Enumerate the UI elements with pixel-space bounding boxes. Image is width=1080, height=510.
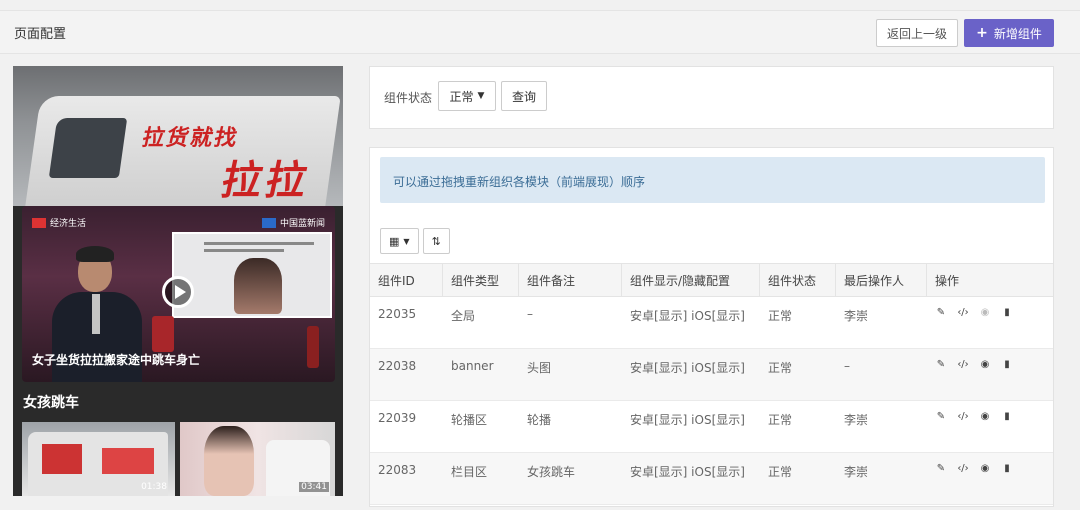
column-header[interactable]: 组件备注 bbox=[519, 264, 622, 296]
component-visibility: 安卓[显示] iOS[显示] bbox=[630, 309, 745, 323]
component-id: 22039 bbox=[378, 411, 417, 425]
video-caption: 女子坐货拉拉搬家途中跳车身亡 bbox=[32, 353, 201, 367]
video-duration: 03:41 bbox=[299, 482, 329, 492]
component-note: 头图 bbox=[527, 361, 552, 375]
component-status: 正常 bbox=[768, 465, 793, 479]
trash-icon[interactable]: ▮ bbox=[1001, 307, 1013, 318]
video-card[interactable]: 经济生活 中国蓝新闻 女子坐货拉拉搬家途中跳车身亡 bbox=[22, 206, 335, 382]
column-header[interactable]: 组件显示/隐藏配置 bbox=[622, 264, 760, 296]
edit-icon[interactable]: ✎ bbox=[935, 463, 947, 474]
video-thumbnail[interactable]: 01:38 bbox=[22, 422, 175, 496]
inset-image bbox=[172, 232, 332, 318]
eye-icon[interactable]: ◉ bbox=[979, 411, 991, 422]
table-row[interactable]: 22083 栏目区 女孩跳车 安卓[显示] iOS[显示] 正常 李崇 ✎ ‹/… bbox=[370, 453, 1053, 505]
component-status: 正常 bbox=[768, 361, 793, 375]
table-row[interactable]: 22039 轮播区 轮播 安卓[显示] iOS[显示] 正常 李崇 ✎ ‹/› … bbox=[370, 401, 1053, 453]
chevron-down-icon: ▼ bbox=[403, 236, 410, 246]
status-select-value: 正常 bbox=[449, 89, 474, 104]
status-select[interactable]: 正常 ▼ bbox=[438, 81, 496, 111]
row-actions: ✎ ‹/› ◉ ▮ bbox=[927, 453, 1053, 504]
row-actions: ✎ ‹/› ◉ ▮ bbox=[927, 349, 1053, 400]
eye-icon[interactable]: ◉ bbox=[979, 463, 991, 474]
row-actions: ✎ ‹/› ◉ ▮ bbox=[927, 297, 1053, 348]
component-status: 正常 bbox=[768, 309, 793, 323]
bottle-prop bbox=[152, 316, 174, 352]
column-header[interactable]: 组件ID bbox=[370, 264, 443, 296]
channel-logo-left: 经济生活 bbox=[32, 216, 86, 229]
eye-icon[interactable]: ◉ bbox=[979, 359, 991, 370]
component-visibility: 安卓[显示] iOS[显示] bbox=[630, 361, 745, 375]
component-table: 组件ID 组件类型 组件备注 组件显示/隐藏配置 组件状态 最后操作人 操作 2… bbox=[370, 263, 1053, 505]
trash-icon[interactable]: ▮ bbox=[1001, 411, 1013, 422]
component-note: 轮播 bbox=[527, 413, 552, 427]
component-type: banner bbox=[451, 359, 494, 373]
plus-icon: + bbox=[976, 25, 988, 41]
play-icon[interactable] bbox=[162, 276, 194, 308]
column-header[interactable]: 组件类型 bbox=[443, 264, 519, 296]
code-icon[interactable]: ‹/› bbox=[957, 307, 969, 318]
column-header[interactable]: 最后操作人 bbox=[836, 264, 927, 296]
page-header: 页面配置 返回上一级 + 新增组件 bbox=[0, 10, 1080, 54]
last-operator: 李崇 bbox=[844, 465, 869, 479]
channel-logo-right: 中国蓝新闻 bbox=[261, 216, 325, 229]
van-text-small: 拉货就找 bbox=[139, 125, 242, 151]
trash-icon[interactable]: ▮ bbox=[1001, 463, 1013, 474]
component-id: 22083 bbox=[378, 463, 417, 477]
last-operator: 李崇 bbox=[844, 309, 869, 323]
edit-icon[interactable]: ✎ bbox=[935, 411, 947, 422]
component-status: 正常 bbox=[768, 413, 793, 427]
video-thumbnail[interactable]: 03:41 bbox=[180, 422, 335, 496]
add-component-button[interactable]: + 新增组件 bbox=[964, 19, 1054, 47]
mobile-preview: 拉货就找 拉拉 经济生活 中国蓝新闻 女子坐货拉拉搬家途中跳车身亡 女孩跳车 0… bbox=[13, 66, 343, 496]
grid-icon: ▦ bbox=[389, 234, 400, 248]
component-note: – bbox=[527, 307, 533, 321]
table-header: 组件ID 组件类型 组件备注 组件显示/隐藏配置 组件状态 最后操作人 操作 bbox=[370, 263, 1053, 297]
add-component-label: 新增组件 bbox=[993, 26, 1042, 41]
last-operator: 李崇 bbox=[844, 413, 869, 427]
page-title: 页面配置 bbox=[14, 27, 67, 42]
component-type: 轮播区 bbox=[451, 413, 488, 427]
filter-bar: 组件状态 正常 ▼ 查询 bbox=[369, 66, 1054, 129]
bottle-prop-2 bbox=[307, 326, 319, 368]
sort-button[interactable]: ⇅ bbox=[422, 228, 450, 254]
component-id: 22035 bbox=[378, 307, 417, 321]
column-header[interactable]: 操作 bbox=[927, 264, 1053, 296]
code-icon[interactable]: ‹/› bbox=[957, 411, 969, 422]
chevron-down-icon: ▼ bbox=[477, 91, 485, 101]
info-notice: 可以通过拖拽重新组织各模块（前端展现）顺序 bbox=[380, 157, 1045, 203]
banner-image[interactable]: 拉货就找 拉拉 bbox=[13, 66, 343, 206]
last-operator: – bbox=[844, 359, 850, 373]
van-window bbox=[48, 118, 128, 178]
component-visibility: 安卓[显示] iOS[显示] bbox=[630, 413, 745, 427]
section-title: 女孩跳车 bbox=[23, 395, 79, 411]
column-toggle-button[interactable]: ▦ ▼ bbox=[380, 228, 419, 254]
component-id: 22038 bbox=[378, 359, 417, 373]
row-actions: ✎ ‹/› ◉ ▮ bbox=[927, 401, 1053, 452]
code-icon[interactable]: ‹/› bbox=[957, 463, 969, 474]
table-row[interactable]: 22035 全局 – 安卓[显示] iOS[显示] 正常 李崇 ✎ ‹/› ◉ … bbox=[370, 297, 1053, 349]
component-list-panel: 可以通过拖拽重新组织各模块（前端展现）顺序 ▦ ▼ ⇅ 组件ID 组件类型 组件… bbox=[369, 147, 1054, 507]
component-type: 栏目区 bbox=[451, 465, 488, 479]
component-note: 女孩跳车 bbox=[527, 465, 576, 479]
component-visibility: 安卓[显示] iOS[显示] bbox=[630, 465, 745, 479]
component-type: 全局 bbox=[451, 309, 476, 323]
video-duration: 01:38 bbox=[141, 482, 167, 492]
edit-icon[interactable]: ✎ bbox=[935, 307, 947, 318]
table-row[interactable]: 22038 banner 头图 安卓[显示] iOS[显示] 正常 – ✎ ‹/… bbox=[370, 349, 1053, 401]
trash-icon[interactable]: ▮ bbox=[1001, 359, 1013, 370]
sort-icon: ⇅ bbox=[431, 234, 441, 248]
back-button[interactable]: 返回上一级 bbox=[876, 19, 958, 47]
table-toolbar: ▦ ▼ ⇅ bbox=[380, 228, 450, 254]
code-icon[interactable]: ‹/› bbox=[957, 359, 969, 370]
van-text-big: 拉拉 bbox=[217, 157, 316, 204]
column-header[interactable]: 组件状态 bbox=[760, 264, 836, 296]
eye-icon[interactable]: ◉ bbox=[979, 307, 991, 318]
status-filter-label: 组件状态 bbox=[384, 91, 433, 105]
query-button[interactable]: 查询 bbox=[501, 81, 547, 111]
edit-icon[interactable]: ✎ bbox=[935, 359, 947, 370]
